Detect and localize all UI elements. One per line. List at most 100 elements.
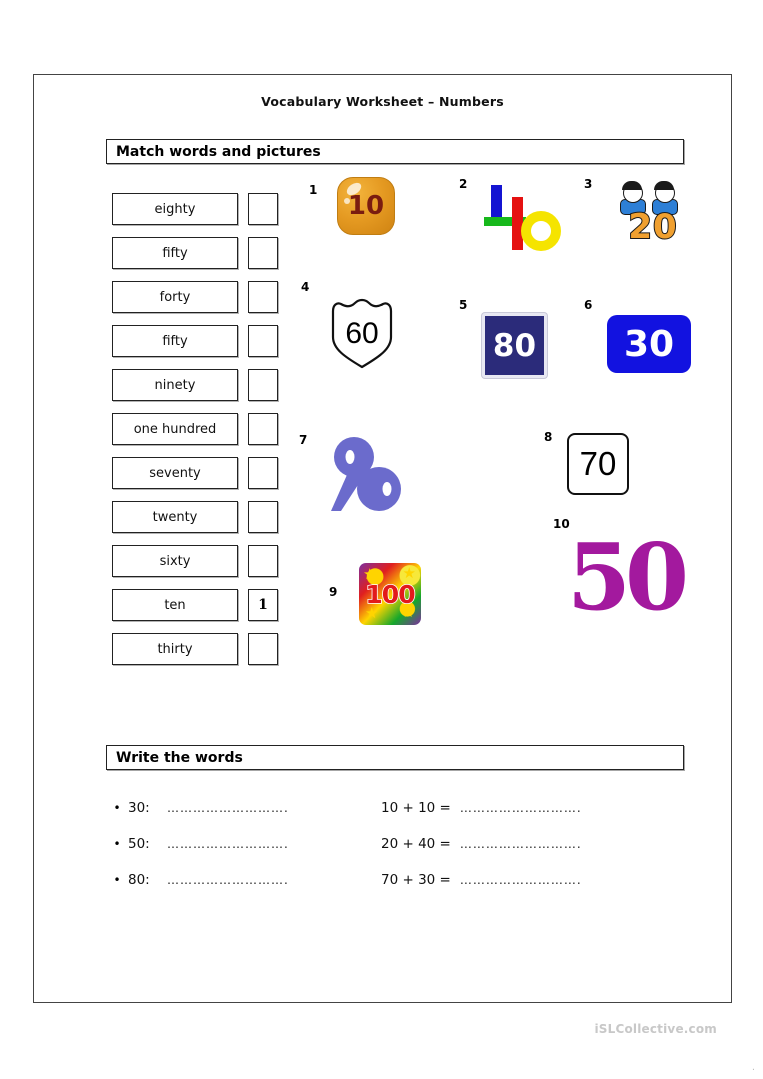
word-row: ten 1: [112, 583, 292, 627]
word-box: one hundred: [112, 413, 238, 445]
write-left-label: 30:: [128, 800, 150, 816]
picture-art-70-white-plate: 70: [567, 433, 629, 495]
colored-blocks-40-icon: [481, 183, 573, 253]
word-box: fifty: [112, 325, 238, 357]
write-right-label: 10 + 10 =: [381, 800, 451, 816]
picture-number-4: 4: [301, 280, 310, 294]
answer-box[interactable]: [248, 325, 278, 357]
picture-grid: 1 10 2 3 20 4 60 5 80 6 30 7 8 70 9 ★ ★ …: [299, 175, 719, 695]
write-row-right: 10 + 10 = ……………………….: [381, 800, 582, 816]
word-row: fifty: [112, 231, 292, 275]
answer-box[interactable]: [248, 457, 278, 489]
word-box: fifty: [112, 237, 238, 269]
section-banner-match: Match words and pictures: [106, 139, 684, 164]
write-left-label: 80:: [128, 872, 150, 888]
word-box: seventy: [112, 457, 238, 489]
section-banner-write: Write the words: [106, 745, 684, 770]
picture-art-80-navy-plate: 80: [482, 313, 547, 378]
picture-number-5: 5: [459, 298, 468, 312]
kid-hair-shape: [622, 181, 642, 190]
star-decor-icon: ★: [402, 564, 416, 582]
page-title: Vocabulary Worksheet – Numbers: [261, 94, 504, 109]
word-row: ninety: [112, 363, 292, 407]
answer-box[interactable]: [248, 369, 278, 401]
write-exercise-list: • 30: ………………………. 10 + 10 = ………………………. • 50: …………: [106, 790, 696, 898]
star-decor-icon: ★: [365, 604, 379, 622]
word-box: twenty: [112, 501, 238, 533]
answer-blank-left[interactable]: ……………………….: [167, 837, 289, 851]
glossy-orange-badge-icon: 10: [337, 177, 395, 235]
answer-box[interactable]: 1: [248, 589, 278, 621]
answer-box[interactable]: [248, 193, 278, 225]
star-decor-icon: ★: [363, 565, 377, 583]
picture-number-8: 8: [544, 430, 553, 444]
word-box: ninety: [112, 369, 238, 401]
section-banner-write-label: Write the words: [116, 749, 243, 766]
blue-rounded-plate-icon: 30: [607, 315, 691, 373]
picture-art-20-cartoon-kids: 20: [607, 181, 699, 248]
bullet-icon: •: [113, 801, 121, 815]
cartoon-kids-20-icon: 20: [607, 181, 699, 248]
abstract-90-shape: [331, 437, 401, 511]
navy-square-plate-icon: 80: [482, 313, 547, 378]
write-right-label: 20 + 40 =: [381, 836, 451, 852]
word-box: ten: [112, 589, 238, 621]
bullet-icon: •: [113, 873, 121, 887]
word-row: thirty: [112, 627, 292, 671]
picture-art-60-highway-shield: 60: [327, 297, 397, 369]
footer-watermark: iSLCollective.com: [594, 1022, 717, 1036]
kid-hair-shape: [654, 181, 674, 190]
answer-blank-left[interactable]: ……………………….: [167, 873, 289, 887]
write-row-right: 70 + 30 = ……………………….: [381, 872, 582, 888]
answer-box[interactable]: [248, 501, 278, 533]
yellow-ring-shape: [521, 211, 561, 251]
answer-box[interactable]: [248, 413, 278, 445]
picture-art-90-abstract-purple: [327, 437, 407, 513]
write-row: • 30: ………………………. 10 + 10 = ……………………….: [106, 790, 696, 826]
write-row: • 80: ………………………. 70 + 30 = ……………………….: [106, 862, 696, 898]
footer-mark: .: [751, 1062, 755, 1073]
kids-number-label: 20: [627, 206, 678, 248]
answer-box[interactable]: [248, 237, 278, 269]
picture-art-50-big-purple: 50: [567, 523, 689, 631]
picture-art-10-glossy-orange-badge: 10: [337, 177, 395, 235]
picture-number-7: 7: [299, 433, 308, 447]
answer-blank-left[interactable]: ……………………….: [167, 801, 289, 815]
picture-art-100-party-sticker: ★ ★ ★ ★ 100: [359, 563, 421, 625]
write-row: • 50: ………………………. 20 + 40 = ……………………….: [106, 826, 696, 862]
word-list: eighty fifty forty fifty ninety one hundred se…: [112, 187, 292, 671]
write-row-right: 20 + 40 = ……………………….: [381, 836, 582, 852]
answer-blank-right[interactable]: ……………………….: [460, 837, 582, 851]
word-row: twenty: [112, 495, 292, 539]
word-box: thirty: [112, 633, 238, 665]
highway-shield-icon: 60: [327, 297, 397, 369]
picture-number-2: 2: [459, 177, 468, 191]
word-box: forty: [112, 281, 238, 313]
word-box: eighty: [112, 193, 238, 225]
answer-blank-right[interactable]: ……………………….: [460, 873, 582, 887]
shield-number-label: 60: [345, 317, 379, 350]
worksheet-page: Vocabulary Worksheet – Numbers Match wor…: [33, 74, 732, 1003]
party-sticker-100-icon: ★ ★ ★ ★ 100: [359, 563, 421, 625]
answer-box[interactable]: [248, 545, 278, 577]
white-rounded-plate-icon: 70: [567, 433, 629, 495]
blue-bar-shape: [491, 185, 502, 219]
abstract-purple-90-icon: [327, 437, 407, 513]
picture-number-9: 9: [329, 585, 338, 599]
picture-art-40-colored-blocks: [481, 183, 573, 253]
word-row: fifty: [112, 319, 292, 363]
word-row: sixty: [112, 539, 292, 583]
big-purple-numeral-icon: 50: [567, 523, 689, 631]
answer-blank-right[interactable]: ……………………….: [460, 801, 582, 815]
picture-number-1: 1: [309, 183, 318, 197]
word-row: one hundred: [112, 407, 292, 451]
write-row-left: • 80: ……………………….: [106, 872, 381, 888]
word-row: seventy: [112, 451, 292, 495]
answer-box[interactable]: [248, 281, 278, 313]
answer-box[interactable]: [248, 633, 278, 665]
word-row: eighty: [112, 187, 292, 231]
write-right-label: 70 + 30 =: [381, 872, 451, 888]
picture-number-6: 6: [584, 298, 593, 312]
word-row: forty: [112, 275, 292, 319]
star-decor-icon: ★: [401, 603, 415, 621]
